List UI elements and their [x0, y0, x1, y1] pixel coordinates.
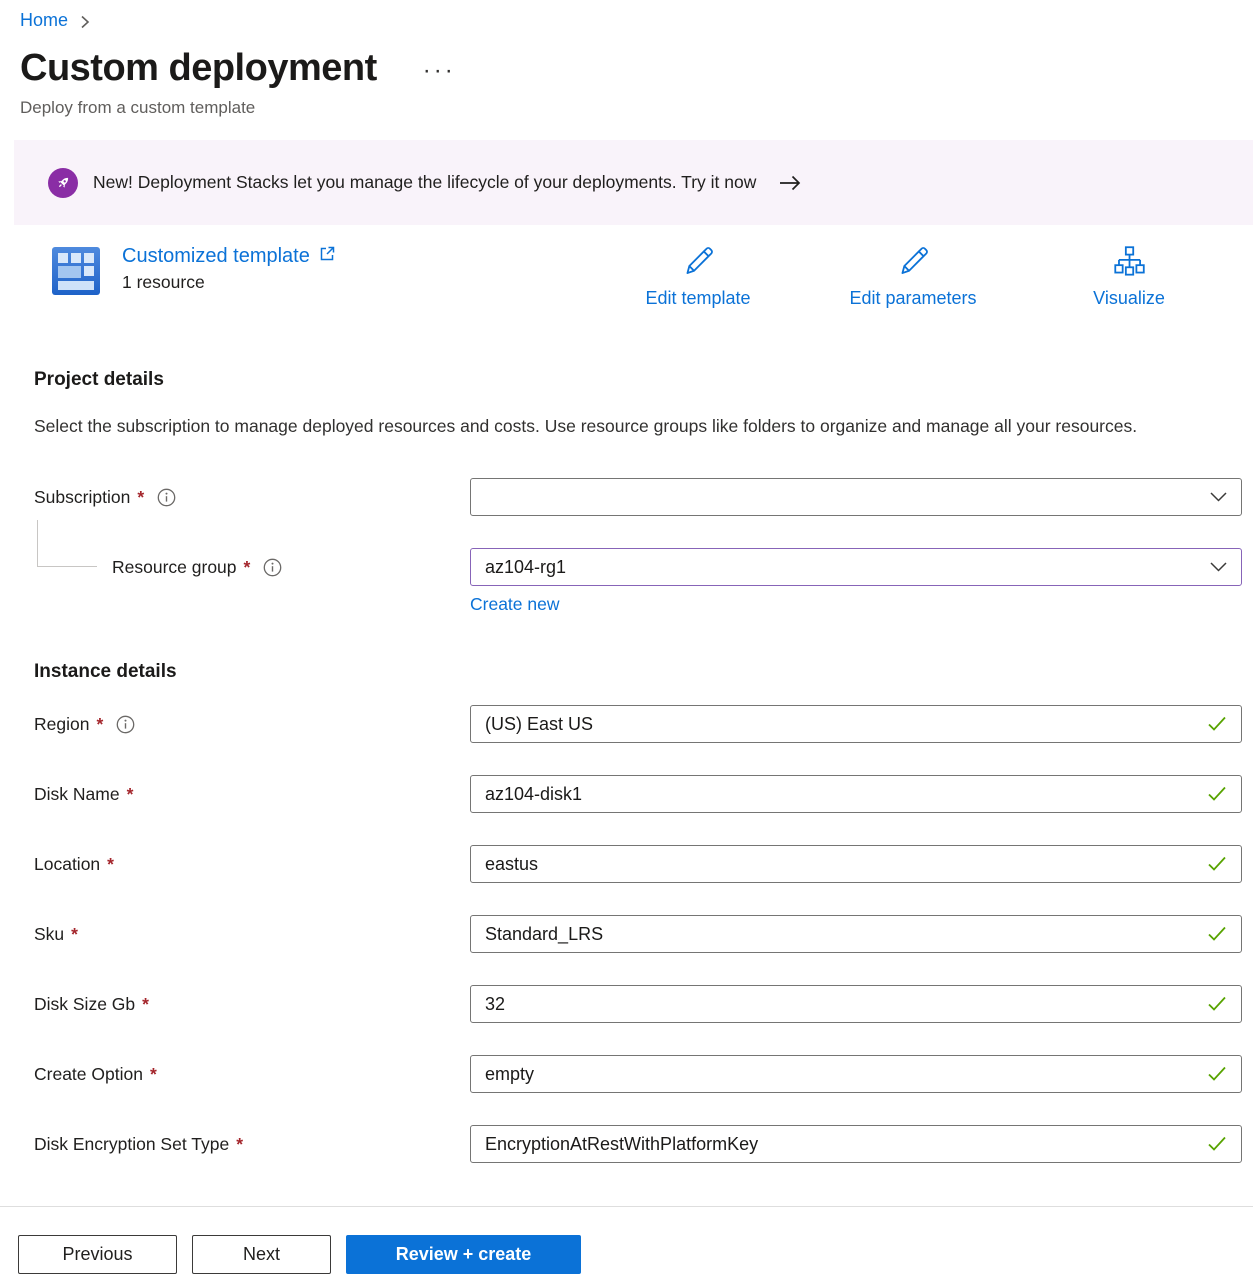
required-marker: * [107, 854, 114, 875]
region-value: (US) East US [485, 714, 1199, 735]
create-option-field[interactable]: empty [470, 1055, 1242, 1093]
info-icon[interactable] [263, 558, 282, 577]
page-title: Custom deployment [20, 45, 377, 91]
review-create-button[interactable]: Review + create [346, 1235, 581, 1274]
required-marker: * [150, 1064, 157, 1085]
create-new-link[interactable]: Create new [470, 594, 560, 614]
required-marker: * [96, 714, 103, 735]
footer-bar: Previous Next Review + create [0, 1206, 1253, 1280]
valid-check-icon [1207, 1066, 1227, 1082]
required-marker: * [71, 924, 78, 945]
create-option-label: Create Option * [34, 1064, 470, 1085]
create-option-value: empty [485, 1064, 1199, 1085]
chevron-down-icon[interactable] [1210, 562, 1227, 572]
edit-template-button[interactable]: Edit template [628, 243, 768, 309]
instance-details-heading: Instance details [0, 661, 1253, 683]
chevron-right-icon [80, 15, 90, 29]
resource-group-label: Resource group * [34, 557, 470, 578]
required-marker: * [236, 1134, 243, 1155]
location-value: eastus [485, 854, 1199, 875]
required-marker: * [137, 487, 144, 508]
location-field[interactable]: eastus [470, 845, 1242, 883]
valid-check-icon [1207, 996, 1227, 1012]
pencil-icon [843, 243, 983, 281]
edit-parameters-button[interactable]: Edit parameters [843, 243, 983, 309]
org-chart-icon [1059, 243, 1199, 281]
required-marker: * [244, 557, 251, 578]
external-link-icon [318, 245, 336, 268]
subscription-dropdown[interactable] [470, 478, 1242, 516]
valid-check-icon [1207, 716, 1227, 732]
region-label: Region * [34, 714, 470, 735]
disk-size-value: 32 [485, 994, 1199, 1015]
valid-check-icon [1207, 1136, 1227, 1152]
arrow-right-icon [779, 175, 801, 191]
required-marker: * [142, 994, 149, 1015]
next-button[interactable]: Next [192, 1235, 331, 1274]
valid-check-icon [1207, 926, 1227, 942]
disk-size-field[interactable]: 32 [470, 985, 1242, 1023]
edit-template-label: Edit template [645, 288, 750, 308]
template-icon [50, 245, 102, 302]
deployment-stacks-banner[interactable]: New! Deployment Stacks let you manage th… [14, 140, 1253, 225]
sku-value: Standard_LRS [485, 924, 1199, 945]
breadcrumb: Home [0, 0, 1253, 31]
disk-name-value: az104-disk1 [485, 784, 1199, 805]
required-marker: * [127, 784, 134, 805]
disk-encryption-set-type-field[interactable]: EncryptionAtRestWithPlatformKey [470, 1125, 1242, 1163]
valid-check-icon [1207, 786, 1227, 802]
page-subtitle: Deploy from a custom template [0, 98, 1253, 118]
chevron-down-icon[interactable] [1210, 492, 1227, 502]
rocket-icon [48, 168, 78, 198]
info-icon[interactable] [157, 488, 176, 507]
sku-label: Sku * [34, 924, 470, 945]
disk-encryption-set-type-value: EncryptionAtRestWithPlatformKey [485, 1134, 1199, 1155]
visualize-label: Visualize [1093, 288, 1165, 308]
disk-name-label: Disk Name * [34, 784, 470, 805]
visualize-button[interactable]: Visualize [1059, 243, 1199, 309]
edit-parameters-label: Edit parameters [849, 288, 976, 308]
project-details-heading: Project details [0, 369, 1253, 391]
previous-button[interactable]: Previous [18, 1235, 177, 1274]
field-indent-connector [37, 520, 97, 567]
banner-text: New! Deployment Stacks let you manage th… [93, 172, 756, 193]
sku-field[interactable]: Standard_LRS [470, 915, 1242, 953]
resource-group-value: az104-rg1 [485, 557, 1202, 578]
customized-template-link[interactable]: Customized template [122, 245, 310, 268]
breadcrumb-home-link[interactable]: Home [20, 10, 68, 31]
location-label: Location * [34, 854, 470, 875]
pencil-icon [628, 243, 768, 281]
resource-group-dropdown[interactable]: az104-rg1 [470, 548, 1242, 586]
disk-encryption-set-type-label: Disk Encryption Set Type * [34, 1134, 470, 1155]
project-details-description: Select the subscription to manage deploy… [0, 411, 1180, 442]
resource-count: 1 resource [122, 272, 336, 293]
region-field[interactable]: (US) East US [470, 705, 1242, 743]
disk-size-label: Disk Size Gb * [34, 994, 470, 1015]
info-icon[interactable] [116, 715, 135, 734]
valid-check-icon [1207, 856, 1227, 872]
disk-name-field[interactable]: az104-disk1 [470, 775, 1242, 813]
more-options-button[interactable]: ··· [423, 51, 456, 85]
subscription-label: Subscription * [34, 487, 470, 508]
